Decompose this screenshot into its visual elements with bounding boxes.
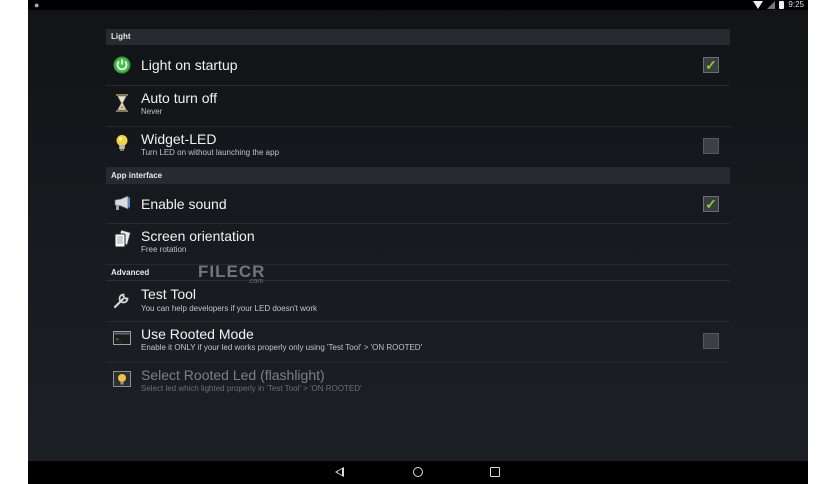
checkmark-icon: ✓ (705, 196, 717, 212)
enable-sound-checkbox[interactable]: ✓ (703, 196, 719, 212)
android-icon: ● (34, 0, 40, 10)
pref-title: Use Rooted Mode (141, 326, 254, 342)
widget-led-checkbox[interactable] (703, 138, 719, 154)
preferences-list: Light Light on startup ✓ Auto turn off N… (106, 29, 730, 403)
pref-title: Light on startup (141, 57, 238, 73)
pref-enable-sound[interactable]: Enable sound ✓ (106, 184, 730, 224)
pref-summary: Never (141, 107, 163, 116)
pref-auto-turn-off[interactable]: Auto turn off Never (106, 86, 730, 127)
terminal-icon: >_ (112, 328, 132, 348)
pref-summary: Free rotation (141, 245, 187, 254)
pref-screen-orientation[interactable]: Screen orientation Free rotation (106, 224, 730, 265)
pref-title: Select Rooted Led (flashlight) (141, 367, 325, 383)
pref-title: Screen orientation (141, 228, 255, 244)
pref-title: Widget-LED (141, 131, 217, 147)
light-on-startup-checkbox[interactable]: ✓ (703, 57, 719, 73)
pref-title: Auto turn off (141, 90, 218, 106)
pref-select-rooted-led[interactable]: Select Rooted Led (flashlight) Select le… (106, 363, 730, 403)
lightbulb-icon (112, 133, 132, 153)
pref-title: Test Tool (141, 286, 196, 302)
pref-summary: Enable it ONLY if your led works properl… (141, 343, 423, 352)
pref-test-tool[interactable]: Test Tool You can help developers if you… (106, 281, 730, 322)
pref-use-rooted-mode[interactable]: >_ Use Rooted Mode Enable it ONLY if you… (106, 322, 730, 363)
rotate-icon (112, 229, 132, 249)
back-icon[interactable] (335, 467, 344, 477)
hourglass-icon (112, 93, 132, 113)
section-header-app-interface: App interface (106, 168, 730, 184)
recents-icon[interactable] (490, 467, 500, 477)
flashlight-icon (112, 369, 132, 389)
settings-screen: ● 9:25 Light Light on startup ✓ Auto tur… (28, 0, 808, 484)
watermark-suffix: .com (248, 278, 264, 285)
use-rooted-mode-checkbox[interactable] (703, 333, 719, 349)
section-header-light: Light (106, 29, 730, 45)
signal-icon (767, 1, 776, 9)
checkmark-icon: ✓ (705, 57, 717, 73)
svg-text:>_: >_ (116, 337, 123, 343)
navigation-bar (28, 461, 808, 484)
status-icons: 9:25 (753, 0, 804, 10)
pref-widget-led[interactable]: Widget-LED Turn LED on without launching… (106, 127, 730, 168)
wifi-icon (753, 1, 764, 9)
pref-summary: You can help developers if your LED does… (141, 304, 318, 313)
pref-summary: Turn LED on without launching the app (141, 148, 280, 157)
status-bar: ● 9:25 (28, 0, 808, 10)
pref-summary: Select led which lighted properly in 'Te… (141, 384, 362, 393)
wrench-icon (112, 290, 132, 310)
home-icon[interactable] (413, 467, 423, 477)
battery-icon (779, 1, 785, 9)
status-time: 9:25 (788, 0, 804, 9)
megaphone-icon (112, 193, 132, 213)
pref-title: Enable sound (141, 196, 227, 212)
watermark: FILECR .com (198, 262, 265, 285)
power-icon (112, 55, 132, 75)
pref-light-on-startup[interactable]: Light on startup ✓ (106, 45, 730, 86)
